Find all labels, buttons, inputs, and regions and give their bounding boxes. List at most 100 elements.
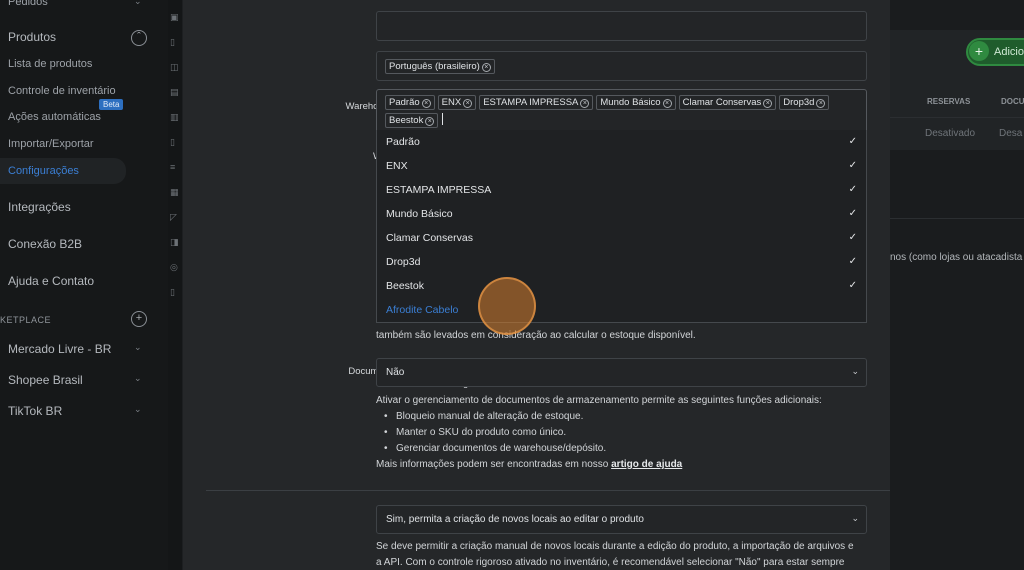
sidebar-section-produtos[interactable]: Produtos [8,30,56,44]
chip-label: Padrão [389,97,420,108]
option-mundo-basico[interactable]: Mundo Básico ✓ [377,202,866,226]
option-padrao[interactable]: Padrão ✓ [377,130,866,154]
option-enx[interactable]: ENX ✓ [377,154,866,178]
sidebar-section-ajuda[interactable]: Ajuda e Contato [8,274,94,288]
descricao-input[interactable] [376,11,867,41]
documentos-help-intro: Ativar o gerenciamento de documentos de … [376,395,822,406]
text-caret [442,113,444,125]
sidebar-item-acoes-automaticas[interactable]: Ações automáticas [8,111,101,123]
locais-help-line1: Se deve permitir a criação manual de nov… [376,541,854,552]
option-label: Mundo Básico [386,208,453,220]
chip-label: ESTAMPA IMPRESSA [483,97,579,108]
locais-value: Sim, permita a criação de novos locais a… [386,514,644,525]
sidebar: Pedidos ⌄ Produtos ˆ Lista de produtos C… [0,0,168,570]
locais-select[interactable]: Sim, permita a criação de novos locais a… [376,505,867,534]
sidebar-item-importar-exportar[interactable]: Importar/Exportar [8,138,94,150]
sidebar-item-tiktok[interactable]: TikTok BR [8,404,62,418]
background-text: nos (como lojas ou atacadista [890,252,1023,263]
chip-drop3d: Drop3d × [779,95,830,110]
documentos-select[interactable]: Não ⌄ [376,358,867,387]
option-drop3d[interactable]: Drop3d ✓ [377,250,866,274]
documentos-help: Ativar o gerenciamento de documentos de … [376,393,867,473]
chip-padrao: Padrão × [385,95,435,110]
close-circle-icon[interactable]: × [425,117,435,126]
help-more-text: Mais informações podem ser encontradas e… [376,459,609,470]
check-icon: ✓ [848,184,857,195]
beta-badge: Beta [99,99,124,110]
list-item: Manter o SKU do produto como único. [376,425,867,441]
plus-circle-icon[interactable]: + [131,311,147,327]
documentos-help-list: Bloqueio manual de alteração de estoque.… [376,409,867,457]
option-label: Beestok [386,280,424,292]
box-icon: ▥ [170,112,179,122]
check-icon: ✓ [848,280,857,291]
option-label: Drop3d [386,256,421,268]
chevron-down-icon[interactable]: ⌄ [134,342,142,353]
estoque-negativo-help: também são levados em consideração ao ca… [376,330,696,341]
doc-icon: ▣ [170,12,179,22]
chip-label: Mundo Básico [600,97,661,108]
chip-estampa: ESTAMPA IMPRESSA × [479,95,594,110]
settings-icon: ◎ [170,262,178,272]
list-icon: ≡ [170,162,176,172]
option-label: Afrodite Cabelo [386,304,459,316]
help-article-link[interactable]: artigo de ajuda [611,459,682,470]
check-icon: ✓ [848,136,857,147]
sidebar-item-controle-inventario[interactable]: Controle de inventário [8,85,116,97]
option-beestok[interactable]: Beestok ✓ [377,274,866,298]
sidebar-item-configuracoes[interactable]: Configurações [8,165,79,177]
close-circle-icon[interactable]: × [481,63,491,72]
option-label: ESTAMPA IMPRESSA [386,184,492,196]
sidebar-item-mercado-livre[interactable]: Mercado Livre - BR [8,342,111,356]
sidebar-item-lista-produtos[interactable]: Lista de produtos [8,58,92,70]
sidebar-item-pedidos[interactable]: Pedidos [8,0,48,8]
warehouses-multiselect[interactable]: Padrão × ENX × ESTAMPA IMPRESSA × Mundo Básico… [376,89,867,131]
chevron-down-icon: ⌄ [851,513,859,523]
divider [890,117,1024,118]
user-icon: ◫ [170,62,179,72]
option-label: Padrão [386,136,420,148]
close-circle-icon[interactable]: × [463,99,473,108]
marketplace-section-label: KETPLACE [0,315,52,325]
close-circle-icon[interactable]: × [662,99,672,108]
check-icon: ✓ [848,160,857,171]
chevron-down-icon[interactable]: ⌄ [134,404,142,415]
close-circle-icon[interactable]: × [421,99,431,108]
cell-desa: Desa [999,128,1023,139]
close-circle-icon[interactable]: × [580,99,590,108]
option-estampa-impressa[interactable]: ESTAMPA IMPRESSA ✓ [377,178,866,202]
chip-clamar: Clamar Conservas × [678,95,777,110]
sidebar-section-conexao-b2b[interactable]: Conexão B2B [8,237,82,251]
close-circle-icon[interactable]: × [816,99,826,108]
chip-mundo-basico: Mundo Básico × [596,95,676,110]
click-indicator [478,277,536,335]
sidebar-section-integracoes[interactable]: Integrações [8,200,71,214]
chevron-up-circle-icon[interactable]: ˆ [131,30,147,46]
doc-icon: ▤ [170,87,179,97]
option-clamar-conservas[interactable]: Clamar Conservas ✓ [377,226,866,250]
icon-strip: ▣ ▯ ◫ ▤ ▥ ▯ ≡ ▦ ◸ ◨ ◎ ▯ [168,0,182,570]
option-afrodite-cabelo[interactable]: Afrodite Cabelo [377,298,866,322]
column-header-docu: DOCU [1001,97,1024,106]
doc-icon: ▯ [170,137,175,147]
chevron-down-icon[interactable]: ⌄ [134,0,142,7]
option-label: ENX [386,160,408,172]
section-divider [206,490,890,491]
divider [890,218,1024,219]
chip-label: Português (brasileiro) [389,61,480,72]
chip-label: ENX [441,97,462,108]
documentos-help-more: Mais informações podem ser encontradas e… [376,457,867,473]
cell-desativado: Desativado [925,128,976,139]
sidebar-item-shopee[interactable]: Shopee Brasil [8,373,83,387]
chip-label: Clamar Conservas [682,97,762,108]
idiomas-multiselect[interactable]: Português (brasileiro) × [376,51,867,81]
db-icon: ◨ [170,237,179,247]
chevron-down-icon: ⌄ [851,366,859,376]
plus-icon[interactable]: + [969,41,989,61]
chip-enx: ENX × [437,95,477,110]
close-circle-icon[interactable]: × [763,99,773,108]
chip-portugues: Português (brasileiro) × [385,59,495,74]
chevron-down-icon[interactable]: ⌄ [134,373,142,384]
chip-beestok: Beestok × [385,113,439,128]
arrow-icon: ◸ [170,212,177,222]
